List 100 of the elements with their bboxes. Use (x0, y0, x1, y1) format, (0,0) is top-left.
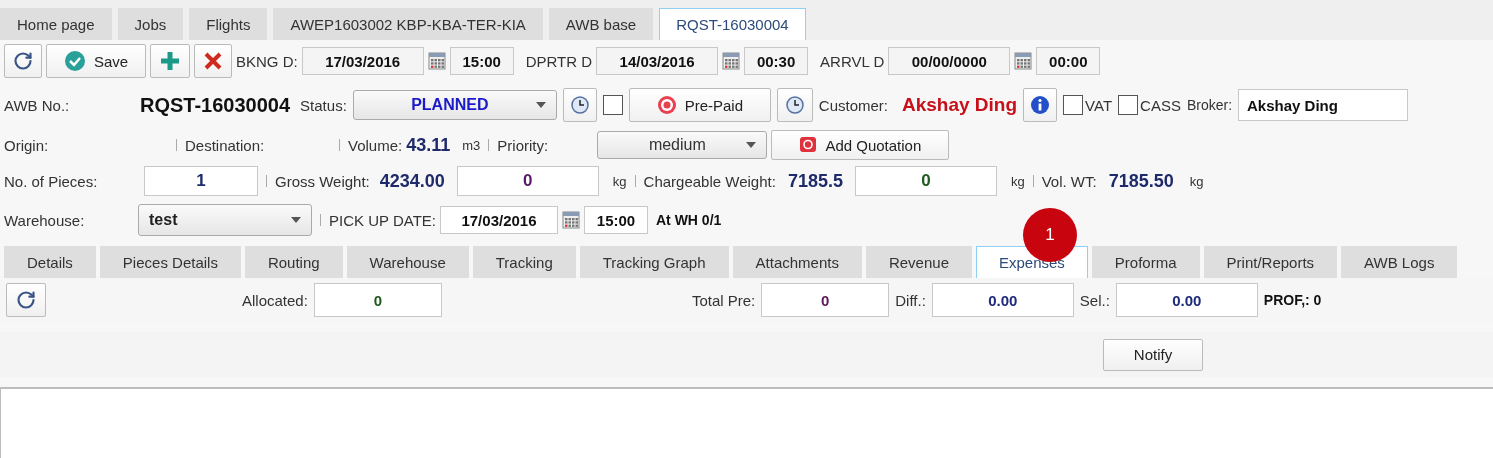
total-pre-field[interactable]: 0 (761, 283, 890, 317)
date-field[interactable]: 14/03/2016 (596, 47, 719, 75)
tab[interactable]: Warehouse (346, 246, 469, 278)
vol-weight-value: 7185.50 (1108, 170, 1174, 192)
tab[interactable]: Flights (189, 8, 268, 40)
check-circle-icon (63, 50, 86, 72)
tab[interactable]: RQST-16030004 (659, 8, 806, 40)
vat-checkbox[interactable] (1063, 95, 1084, 115)
date-label: ARRVL D (820, 52, 885, 70)
warehouse-status: At WH 0/1 (656, 212, 722, 228)
field-label: Allocated: (242, 291, 308, 309)
calendar-icon[interactable] (427, 52, 446, 70)
field-label: Vol. WT: (1041, 172, 1097, 190)
sel-field[interactable]: 0.00 (1115, 283, 1258, 317)
tab[interactable]: Tracking (472, 246, 576, 278)
save-button[interactable]: Save (46, 44, 146, 78)
time-field[interactable]: 00:30 (744, 47, 809, 75)
tab[interactable]: Attachments (732, 246, 862, 278)
clock-icon (784, 95, 805, 115)
tab[interactable]: Proforma (1091, 246, 1200, 278)
time-field[interactable]: 00:00 (1036, 47, 1101, 75)
add-button[interactable] (150, 44, 190, 78)
status-dropdown[interactable]: PLANNED (352, 90, 557, 120)
target-icon (656, 95, 677, 115)
clock-icon (569, 95, 590, 115)
unit-label: kg (612, 173, 627, 189)
chargeable-weight-field[interactable]: 0 (854, 166, 997, 196)
tab[interactable]: Pieces Details (99, 246, 241, 278)
pieces-field[interactable]: 1 (144, 166, 258, 196)
proforma-count: PROF,: 0 (1263, 292, 1322, 308)
plus-icon (159, 50, 181, 72)
field-label: AWB No.: (4, 96, 71, 114)
tab[interactable]: Details (4, 246, 96, 278)
date-label: BKNG D: (236, 52, 298, 70)
field-label: Sel.: (1079, 291, 1110, 309)
field-label: PICK UP DATE: (329, 211, 436, 229)
tab[interactable]: AWEP1603002 KBP-KBA-TER-KIA (273, 8, 543, 40)
tab[interactable]: AWB base (548, 8, 654, 40)
field-label: Status: (300, 96, 347, 114)
add-quotation-button[interactable]: Add Quotation (771, 130, 950, 160)
field-label: Warehouse: (4, 211, 86, 229)
cass-checkbox[interactable] (1118, 95, 1139, 115)
prepaid-button[interactable]: Pre-Paid (628, 88, 771, 122)
priority-dropdown[interactable]: medium (597, 131, 768, 159)
pickup-date-field[interactable]: 17/03/2016 (440, 206, 558, 234)
field-label: Diff.: (895, 291, 926, 309)
tab[interactable]: Tracking Graph (579, 246, 729, 278)
unit-label: kg (1010, 173, 1025, 189)
caret-icon (291, 217, 301, 223)
field-label: Broker: (1186, 97, 1233, 113)
close-icon (203, 51, 223, 71)
unit-label: kg (1189, 173, 1204, 189)
allocated-field[interactable]: 0 (313, 283, 442, 317)
refresh-icon (13, 51, 33, 71)
tab[interactable]: Jobs (117, 8, 184, 40)
awb-number: RQST-16030004 (140, 93, 291, 117)
tab[interactable]: Home page (0, 8, 112, 40)
caret-icon (535, 102, 546, 108)
calendar-icon[interactable] (1014, 52, 1033, 70)
gross-weight-value: 4234.00 (379, 170, 445, 192)
info-button[interactable] (1023, 88, 1058, 122)
time-field[interactable]: 15:00 (449, 47, 514, 75)
checkbox-label: VAT (1085, 96, 1113, 114)
gross-weight-field[interactable]: 0 (456, 166, 599, 196)
calendar-icon[interactable] (562, 211, 580, 229)
date-field[interactable]: 17/03/2016 (301, 47, 424, 75)
clock-button[interactable] (562, 88, 597, 122)
unit-label: m3 (462, 137, 481, 153)
refresh-button[interactable] (6, 283, 46, 317)
field-label: Origin: (4, 136, 50, 154)
tab[interactable]: Print/Reports (1203, 246, 1338, 278)
delete-button[interactable] (194, 44, 232, 78)
prepaid-checkbox[interactable] (602, 95, 623, 115)
field-label: Gross Weight: (275, 172, 370, 190)
volume-value: 43.11 (406, 134, 451, 156)
notify-button[interactable]: Notify (1103, 338, 1203, 371)
field-label: Destination: (185, 136, 266, 154)
calendar-icon[interactable] (722, 52, 741, 70)
diff-field[interactable]: 0.00 (931, 283, 1074, 317)
field-label: Chargeable Weight: (643, 172, 776, 190)
date-label: DPRTR D (525, 52, 593, 70)
caret-icon (746, 142, 757, 148)
info-icon (1030, 95, 1051, 115)
clock-button[interactable] (776, 88, 813, 122)
field-label: Priority: (497, 136, 550, 154)
warehouse-dropdown[interactable]: test (138, 204, 312, 236)
field-label: Volume: (348, 136, 403, 154)
tab[interactable]: AWB Logs (1341, 246, 1458, 278)
broker-field[interactable]: Akshay Ding (1238, 89, 1409, 121)
pickup-time-field[interactable]: 15:00 (584, 206, 648, 234)
date-field[interactable]: 00/00/0000 (888, 47, 1011, 75)
field-label: Customer: (818, 96, 888, 114)
refresh-icon (16, 290, 36, 310)
tab[interactable]: Routing (244, 246, 343, 278)
chargeable-weight-value: 7185.5 (787, 170, 843, 192)
checkbox-label: CASS (1140, 96, 1181, 114)
customer-name: Akshay Ding (902, 94, 1018, 116)
refresh-button[interactable] (4, 44, 42, 78)
field-label: Total Pre: (691, 291, 756, 309)
tab[interactable]: Revenue (865, 246, 972, 278)
